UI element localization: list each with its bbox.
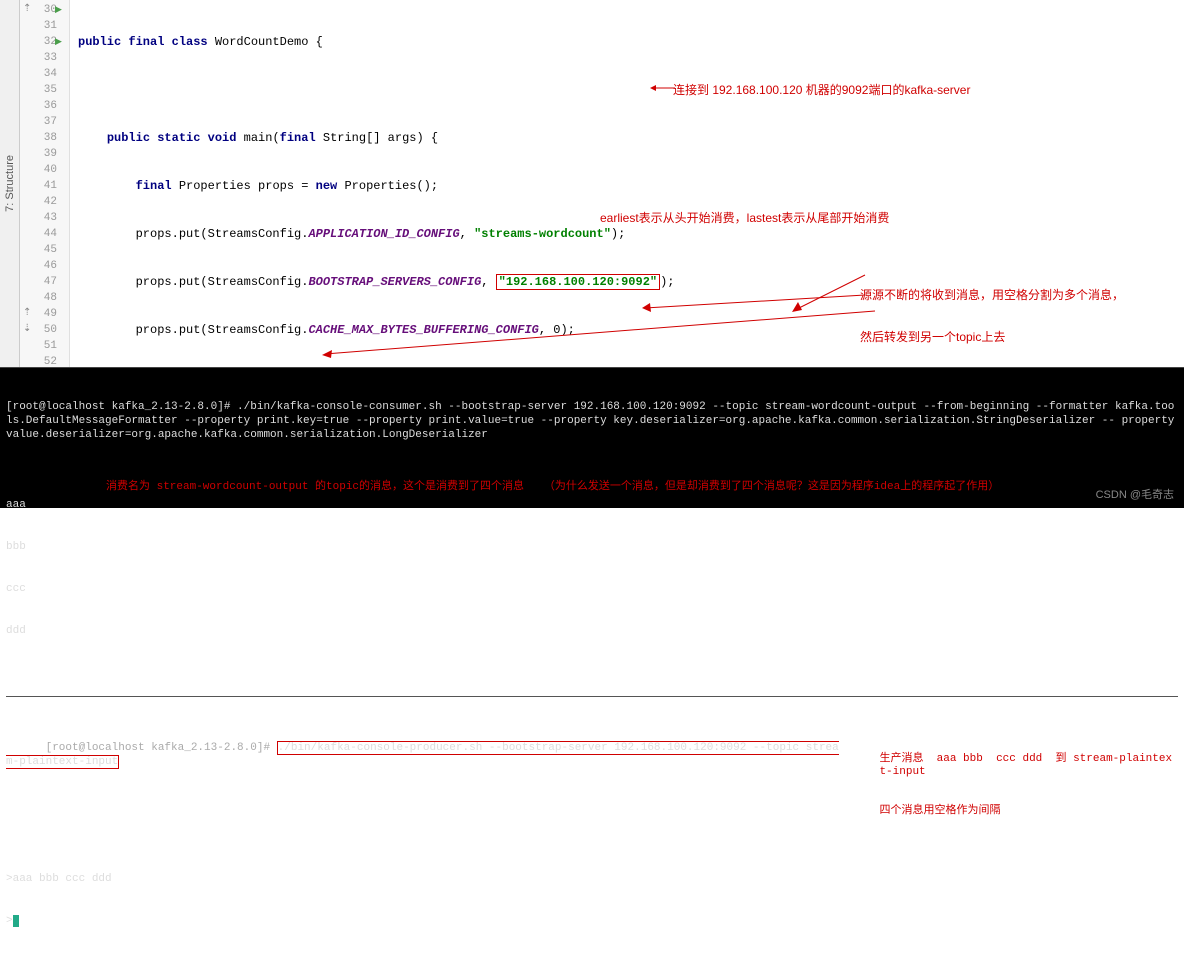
line-number: ⇡▶30 (20, 2, 57, 18)
bootstrap-servers-value: "192.168.100.120:9092" (496, 274, 660, 290)
run-icon[interactable]: ▶ (55, 34, 62, 50)
line-number: ⇡49 (20, 306, 57, 322)
consumer-command: [root@localhost kafka_2.13-2.8.0]# ./bin… (6, 400, 1178, 442)
line-number: 39 (20, 146, 57, 162)
line-number: 34 (20, 66, 57, 82)
line-number: ▶32 (20, 34, 57, 50)
line-number: ⇣50 (20, 322, 57, 338)
arrow-icon (640, 292, 870, 322)
line-number: 46 (20, 258, 57, 274)
line-number: 35 (20, 82, 57, 98)
watermark: CSDN @毛奇志 (1096, 488, 1174, 502)
line-number: 38 (20, 130, 57, 146)
line-number: 36 (20, 98, 57, 114)
line-number: 37 (20, 114, 57, 130)
terminal-cursor[interactable] (13, 915, 20, 927)
code-content[interactable]: public final class WordCountDemo { publi… (70, 0, 1184, 367)
code-editor: 7: Structure ⇡▶30 31 ▶32 33 34 35 36 37 … (0, 0, 1184, 367)
output-line: aaa (6, 498, 46, 512)
terminal-annotation-produce: 生产消息 aaa bbb ccc ddd 到 stream-plaintext-… (839, 727, 1178, 844)
line-number: 48 (20, 290, 57, 306)
line-number: 51 (20, 338, 57, 354)
line-number: 47 (20, 274, 57, 290)
line-number: 40 (20, 162, 57, 178)
output-line: bbb (6, 540, 46, 554)
line-number: 43 (20, 210, 57, 226)
output-line: ddd (6, 624, 46, 638)
run-icon[interactable]: ▶ (55, 2, 62, 18)
line-number: 33 (20, 50, 57, 66)
annotation-flatmap: 源源不断的将收到消息，用空格分割为多个消息， 然后转发到另一个topic上去 (… (860, 260, 1184, 367)
line-number: 31 (20, 18, 57, 34)
producer-input-line: >aaa bbb ccc ddd (6, 872, 1178, 886)
output-line: ccc (6, 582, 46, 596)
terminal-annotation-consume: 消费名为 stream-wordcount-output 的topic的消息，这… (46, 470, 999, 666)
line-gutter: ⇡▶30 31 ▶32 33 34 35 36 37 38 39 40 41 4… (20, 0, 70, 367)
structure-tool-window-tab[interactable]: 7: Structure (0, 0, 20, 367)
line-number: 41 (20, 178, 57, 194)
line-number: 44 (20, 226, 57, 242)
annotation-bootstrap: 连接到 192.168.100.120 机器的9092端口的kafka-serv… (673, 82, 970, 98)
line-number: 42 (20, 194, 57, 210)
annotation-earliest: earliest表示从头开始消费，lastest表示从尾部开始消费 (600, 210, 889, 226)
structure-label: 7: Structure (4, 155, 16, 212)
line-number: 45 (20, 242, 57, 258)
terminal-panel[interactable]: [root@localhost kafka_2.13-2.8.0]# ./bin… (0, 367, 1184, 508)
